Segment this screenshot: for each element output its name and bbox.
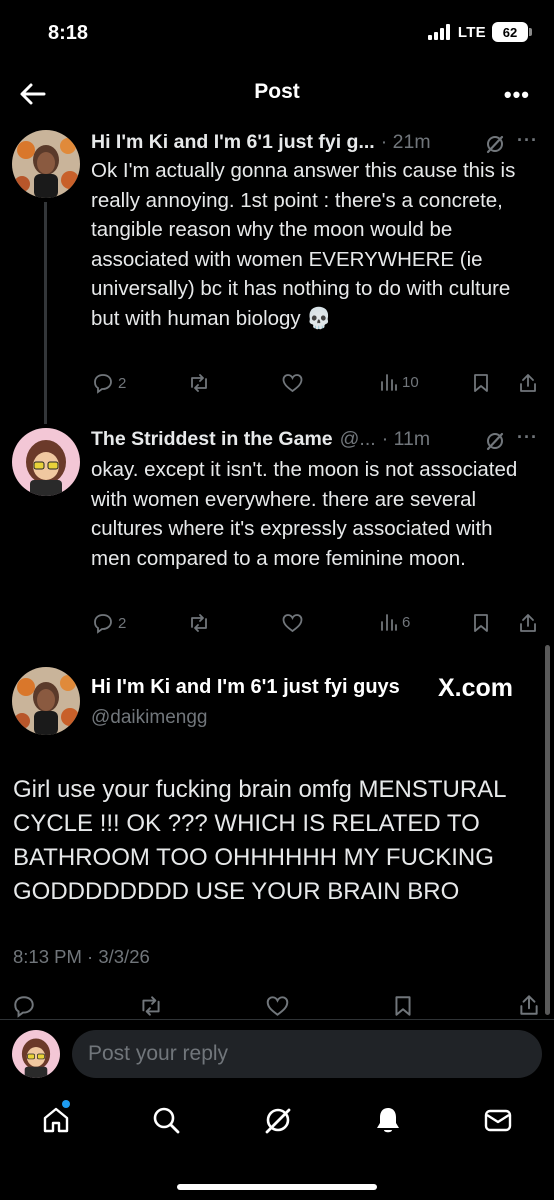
post-time[interactable]: · 21m: [381, 131, 431, 154]
author-handle[interactable]: @...: [340, 428, 376, 451]
search-icon: [153, 1107, 180, 1134]
nav-grok[interactable]: [262, 1104, 294, 1136]
share-icon: [520, 995, 538, 1015]
bookmark-icon: [395, 996, 411, 1016]
avatar[interactable]: [12, 428, 80, 496]
reply-button[interactable]: 2: [92, 372, 126, 394]
author-name[interactable]: The Striddest in the Game: [91, 428, 333, 451]
avatar[interactable]: [12, 667, 80, 735]
home-indicator: [177, 1184, 377, 1190]
reply-button[interactable]: [12, 994, 36, 1018]
tweet-more-button[interactable]: ···: [517, 427, 538, 448]
repost-icon: [191, 374, 207, 392]
author-handle[interactable]: @daikimengg: [91, 707, 207, 729]
network-type: LTE: [457, 23, 486, 41]
views-icon: [381, 614, 397, 631]
reply-icon: [94, 374, 112, 394]
share-icon: [520, 614, 536, 632]
like-button[interactable]: [265, 994, 290, 1018]
reply-count: 2: [118, 614, 127, 632]
thread-line: [44, 202, 47, 424]
grok-icon: [265, 1108, 291, 1134]
views-icon: [381, 374, 397, 391]
tweet-header: Hi I'm Ki and I'm 6'1 just fyi g... · 21…: [91, 131, 471, 154]
share-icon: [520, 374, 536, 392]
repost-icon: [191, 614, 207, 632]
repost-button[interactable]: [187, 612, 211, 634]
scrollbar[interactable]: [545, 645, 550, 1015]
reply-input[interactable]: Post your reply: [72, 1030, 542, 1078]
reply-placeholder: Post your reply: [88, 1042, 229, 1065]
page-title: Post: [254, 80, 300, 103]
author-name[interactable]: Hi I'm Ki and I'm 6'1 just fyi guys: [91, 676, 400, 699]
like-button[interactable]: [281, 372, 304, 394]
reply-button[interactable]: 2: [92, 612, 126, 634]
nav-notifications[interactable]: [372, 1104, 404, 1136]
tweet-header: The Striddest in the Game @... · 11m: [91, 428, 471, 451]
status-indicators: LTE 62: [427, 22, 532, 42]
tweet-more-button[interactable]: ···: [517, 130, 538, 151]
repost-button[interactable]: [138, 994, 164, 1018]
views-button[interactable]: 6: [380, 612, 410, 632]
repost-button[interactable]: [187, 372, 211, 394]
heart-icon: [282, 374, 303, 393]
author-name[interactable]: Hi I'm Ki and I'm 6'1 just fyi g...: [91, 131, 375, 154]
notification-dot: [62, 1100, 70, 1108]
more-options-button[interactable]: •••: [504, 82, 530, 108]
views-count: 6: [402, 613, 411, 631]
like-button[interactable]: [281, 612, 304, 634]
home-icon: [43, 1107, 69, 1133]
reply-icon: [94, 614, 112, 634]
nav-messages[interactable]: [482, 1104, 514, 1136]
post-text: Girl use your fucking brain omfg MENSTUR…: [13, 776, 506, 905]
reply-icon: [14, 996, 34, 1018]
share-button[interactable]: [518, 372, 538, 394]
notifications-icon: [377, 1108, 399, 1133]
battery-icon: 62: [492, 22, 532, 42]
nav-search[interactable]: [150, 1104, 182, 1136]
bookmark-button[interactable]: [472, 372, 490, 394]
bookmark-button[interactable]: [393, 994, 413, 1018]
grok-icon[interactable]: [484, 430, 506, 452]
avatar: [12, 1030, 60, 1078]
watermark: X.com: [438, 674, 514, 702]
divider: [0, 1019, 554, 1020]
bookmark-icon: [474, 374, 488, 392]
share-button[interactable]: [518, 993, 540, 1017]
avatar[interactable]: [12, 130, 80, 198]
status-time: 8:18: [48, 22, 89, 44]
post-time[interactable]: · 11m: [382, 428, 430, 451]
views-button[interactable]: 10: [380, 372, 419, 392]
post-timestamp: 8:13 PM · 3/3/26: [13, 946, 150, 967]
signal-icon: [427, 24, 450, 40]
battery-level: 62: [502, 24, 518, 40]
tweet-text: okay. except it isn't. the moon is not a…: [91, 458, 518, 570]
bookmark-icon: [474, 614, 488, 632]
nav-home[interactable]: [40, 1100, 72, 1136]
messages-icon: [484, 1109, 512, 1132]
repost-icon: [142, 996, 160, 1016]
views-count: 10: [402, 373, 419, 391]
share-button[interactable]: [518, 612, 538, 634]
grok-icon[interactable]: [484, 133, 506, 155]
bookmark-button[interactable]: [472, 612, 490, 634]
reply-count: 2: [118, 374, 127, 392]
heart-icon: [266, 996, 289, 1016]
tweet-text: Ok I'm actually gonna answer this cause …: [91, 159, 516, 330]
heart-icon: [282, 614, 303, 633]
